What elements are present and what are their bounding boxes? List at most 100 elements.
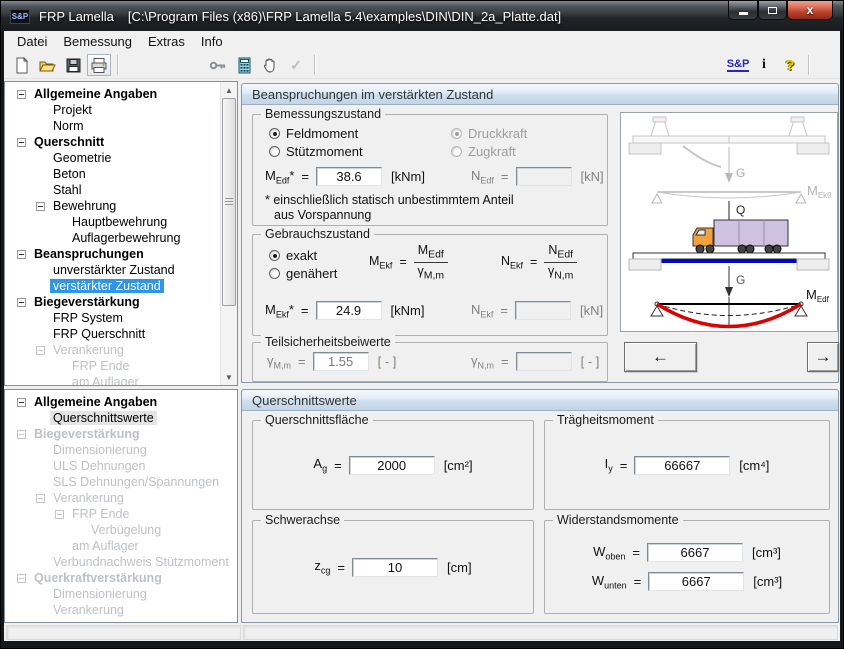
- menu-bar: Datei Bemessung Extras Info: [4, 31, 840, 52]
- tree-item[interactable]: Biegeverstärkung: [5, 426, 237, 442]
- maximize-button[interactable]: [758, 1, 787, 20]
- scroll-up-icon[interactable]: ▲: [221, 82, 237, 98]
- tree-item-label: FRP Ende: [69, 359, 132, 373]
- radio-feldmoment[interactable]: Feldmoment: [269, 125, 358, 141]
- gamma-mm-input: 1.55: [313, 352, 369, 371]
- pan-hand-button[interactable]: [258, 54, 282, 76]
- tree-item-label: Verbügelung: [88, 523, 164, 537]
- tree-item-label: Projekt: [50, 103, 95, 117]
- confirm-button[interactable]: ✓: [284, 54, 308, 76]
- nekf-field: NEkf = [kN]: [471, 301, 603, 320]
- tree-item[interactable]: Allgemeine Angaben: [5, 86, 219, 102]
- menu-datei[interactable]: Datei: [9, 32, 55, 51]
- main-area: Allgemeine AngabenProjektNormQuerschnitt…: [4, 79, 840, 641]
- status-bar: [4, 624, 840, 641]
- expander-minus-icon[interactable]: [36, 202, 45, 211]
- client-area: Datei Bemessung Extras Info: [4, 31, 840, 641]
- mekf-input[interactable]: 24.9: [316, 301, 382, 320]
- open-file-button[interactable]: [35, 54, 59, 76]
- document-path: [C:\Program Files (x86)\FRP Lamella 5.4\…: [128, 9, 561, 24]
- tree-item[interactable]: Querschnitt: [5, 134, 219, 150]
- sp-brand-button[interactable]: S&P: [726, 54, 750, 76]
- tree-item[interactable]: Dimensionierung: [5, 586, 237, 602]
- calculate-button[interactable]: [232, 54, 256, 76]
- info-button[interactable]: i: [752, 54, 776, 76]
- close-button[interactable]: x: [787, 1, 833, 20]
- expander-minus-icon[interactable]: [36, 494, 45, 503]
- license-key-button[interactable]: [206, 54, 230, 76]
- tree-scrollbar[interactable]: ▲ ▼: [220, 82, 237, 385]
- medf-input[interactable]: 38.6: [316, 167, 382, 186]
- mekf-field: MEkf* = 24.9 [kNm]: [265, 301, 424, 320]
- woben-input: 6667: [647, 543, 743, 562]
- load-g-mid-label: G: [736, 273, 745, 287]
- radio-exakt[interactable]: exakt: [269, 247, 317, 263]
- tree-item[interactable]: Verankerung: [5, 490, 237, 506]
- new-document-button[interactable]: [9, 54, 33, 76]
- help-button[interactable]: ?: [778, 54, 802, 76]
- radio-stuetzmoment[interactable]: Stützmoment: [269, 143, 363, 159]
- tree-item[interactable]: unverstärkter Zustand: [5, 262, 219, 278]
- print-button[interactable]: [87, 54, 111, 76]
- next-button[interactable]: →: [807, 342, 839, 372]
- tree-item[interactable]: am Auflager: [5, 374, 219, 386]
- tree-item-label: Auflagerbewehrung: [69, 231, 183, 245]
- tree-item[interactable]: Verbügelung: [5, 522, 237, 538]
- expander-minus-icon[interactable]: [17, 90, 26, 99]
- tree-item[interactable]: verstärkter Zustand: [5, 278, 219, 294]
- tree-item[interactable]: Hauptbewehrung: [5, 214, 219, 230]
- tree-item[interactable]: FRP Querschnitt: [5, 326, 219, 342]
- tree-item-label: Allgemeine Angaben: [31, 395, 160, 409]
- tree-item[interactable]: Norm: [5, 118, 219, 134]
- tree-item[interactable]: FRP Ende: [5, 506, 237, 522]
- tree-item[interactable]: Verbundnachweis Stützmoment: [5, 554, 237, 570]
- expander-minus-icon[interactable]: [17, 430, 26, 439]
- tree-item[interactable]: Dimensionierung: [5, 442, 237, 458]
- save-file-button[interactable]: [61, 54, 85, 76]
- tree-item[interactable]: Bewehrung: [5, 198, 219, 214]
- menu-info[interactable]: Info: [193, 32, 231, 51]
- expander-minus-icon[interactable]: [17, 250, 26, 259]
- expander-minus-icon[interactable]: [36, 346, 45, 355]
- panel-title: Beanspruchungen im verstärkten Zustand: [242, 84, 838, 105]
- tree-item[interactable]: Stahl: [5, 182, 219, 198]
- scroll-down-icon[interactable]: ▼: [221, 369, 237, 385]
- radio-genaehert[interactable]: genähert: [269, 265, 337, 281]
- tree-item[interactable]: Biegeverstärkung: [5, 294, 219, 310]
- iy-field: Iy = 66667 [cm⁴]: [605, 456, 770, 475]
- tree-item-label: Beton: [50, 167, 89, 181]
- menu-extras[interactable]: Extras: [140, 32, 193, 51]
- radio-icon: [269, 128, 280, 139]
- tree-item[interactable]: Querschnittswerte: [5, 410, 237, 426]
- tree-item[interactable]: SLS Dehnungen/Spannungen: [5, 474, 237, 490]
- expander-minus-icon[interactable]: [17, 298, 26, 307]
- tree-item[interactable]: Querkraftverstärkung: [5, 570, 237, 586]
- radio-label: exakt: [286, 248, 317, 263]
- tree-item[interactable]: Auflagerbewehrung: [5, 230, 219, 246]
- tree-item-label: unverstärkter Zustand: [50, 263, 178, 277]
- previous-button[interactable]: ←: [624, 342, 697, 372]
- scrollbar-thumb[interactable]: [222, 98, 236, 306]
- toolbar-separator: [808, 55, 809, 75]
- tree-item[interactable]: Projekt: [5, 102, 219, 118]
- tree-item[interactable]: Beanspruchungen: [5, 246, 219, 262]
- tree-item[interactable]: ULS Dehnungen: [5, 458, 237, 474]
- minimize-button[interactable]: [728, 1, 758, 20]
- tree-item-label: Verankerung: [50, 491, 127, 505]
- tree-item[interactable]: am Auflager: [5, 538, 237, 554]
- tree-item[interactable]: Verankerung: [5, 602, 237, 618]
- tree-item[interactable]: Beton: [5, 166, 219, 182]
- tree-item[interactable]: Allgemeine Angaben: [5, 394, 237, 410]
- tree-item-label: Allgemeine Angaben: [31, 87, 160, 101]
- tree-item[interactable]: Geometrie: [5, 150, 219, 166]
- expander-minus-icon[interactable]: [55, 510, 64, 519]
- hand-icon: [262, 57, 278, 74]
- tree-item[interactable]: FRP System: [5, 310, 219, 326]
- expander-minus-icon[interactable]: [17, 138, 26, 147]
- expander-minus-icon[interactable]: [17, 398, 26, 407]
- tree-item[interactable]: FRP Ende: [5, 358, 219, 374]
- expander-minus-icon[interactable]: [17, 574, 26, 583]
- menu-bemessung[interactable]: Bemessung: [55, 32, 140, 51]
- moment-edf-label: MEdf: [806, 287, 830, 304]
- tree-item[interactable]: Verankerung: [5, 342, 219, 358]
